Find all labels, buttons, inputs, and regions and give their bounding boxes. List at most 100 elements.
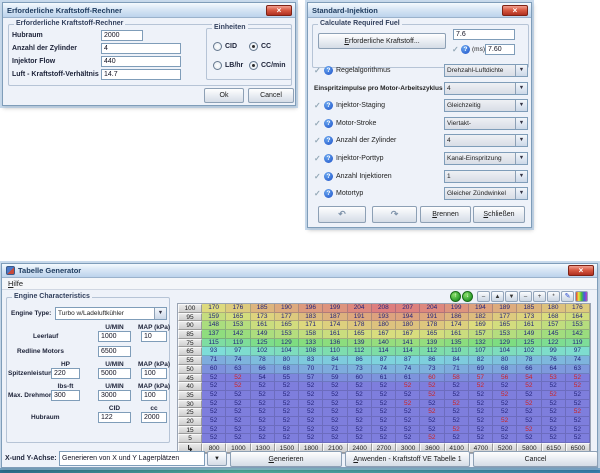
ve-cell[interactable]: 52 <box>226 426 250 435</box>
ve-cell[interactable]: 191 <box>348 313 372 322</box>
ve-cell[interactable]: 52 <box>420 391 444 400</box>
ve-cell[interactable]: 52 <box>323 400 347 409</box>
ve-cell[interactable]: 199 <box>323 304 347 313</box>
ve-cell[interactable]: 52 <box>396 417 420 426</box>
ve-cell[interactable]: 80 <box>275 356 299 365</box>
axis-mode-dropdown-button[interactable]: ▼ <box>207 451 227 466</box>
ve-cell[interactable]: 71 <box>202 356 226 365</box>
ve-cell[interactable]: 158 <box>299 330 323 339</box>
ve-cell[interactable]: 52 <box>566 374 590 383</box>
ve-cell[interactable]: 153 <box>226 321 250 330</box>
engine-type-select[interactable]: Turbo w/Ladeluftkühler ▼ <box>55 307 167 320</box>
y-axis-label[interactable]: 75 <box>178 339 202 348</box>
increment-icon[interactable]: ▲ <box>491 291 504 302</box>
ve-cell[interactable]: 52 <box>226 434 250 443</box>
ve-cell[interactable]: 178 <box>348 321 372 330</box>
ve-cell[interactable]: 139 <box>420 339 444 348</box>
ve-cell[interactable]: 52 <box>396 400 420 409</box>
ve-cell[interactable]: 199 <box>445 304 469 313</box>
y-axis-label[interactable]: 45 <box>178 374 202 383</box>
y-axis-label[interactable]: 15 <box>178 426 202 435</box>
ve-cell[interactable]: 52 <box>566 391 590 400</box>
ve-cell[interactable]: 52 <box>542 391 566 400</box>
ve-cell[interactable]: 87 <box>372 356 396 365</box>
ve-cell[interactable]: 60 <box>202 365 226 374</box>
ve-cell[interactable]: 125 <box>517 339 541 348</box>
color-palette-icon[interactable] <box>575 291 588 302</box>
ve-cell[interactable]: 52 <box>299 400 323 409</box>
ve-cell[interactable]: 137 <box>202 330 226 339</box>
ve-cell[interactable]: 142 <box>226 330 250 339</box>
ve-cell[interactable]: 52 <box>420 417 444 426</box>
ve-cell[interactable]: 52 <box>517 391 541 400</box>
y-axis-label[interactable]: 25 <box>178 408 202 417</box>
ve-cell[interactable]: 52 <box>251 400 275 409</box>
ve-cell[interactable]: 153 <box>566 321 590 330</box>
ve-cell[interactable]: 52 <box>226 374 250 383</box>
ve-cell[interactable]: 63 <box>226 365 250 374</box>
ve-cell[interactable]: 52 <box>226 400 250 409</box>
ve-cell[interactable]: 73 <box>420 365 444 374</box>
table-generator-titlebar[interactable]: Tabelle Generator × <box>2 264 597 278</box>
help-icon[interactable]: ? <box>324 189 333 198</box>
ve-cell[interactable]: 52 <box>566 382 590 391</box>
fuel-calculator-titlebar[interactable]: Erforderliche Kraftstoff-Rechner × <box>3 3 295 18</box>
ve-cell[interactable]: 161 <box>445 330 469 339</box>
ve-cell[interactable]: 74 <box>566 356 590 365</box>
ve-cell[interactable]: 169 <box>469 321 493 330</box>
ve-cell[interactable]: 191 <box>420 313 444 322</box>
ve-cell[interactable]: 52 <box>202 391 226 400</box>
help-icon[interactable]: ? <box>324 66 333 75</box>
y-axis-label[interactable]: 35 <box>178 391 202 400</box>
ve-cell[interactable]: 52 <box>566 408 590 417</box>
ve-cell[interactable]: 157 <box>542 321 566 330</box>
engine-field[interactable]: 1000 <box>98 331 131 342</box>
ve-cell[interactable]: 165 <box>420 330 444 339</box>
ve-cell[interactable]: 52 <box>469 391 493 400</box>
cancel-button[interactable]: Cancel <box>473 451 598 467</box>
ve-cell[interactable]: 74 <box>396 365 420 374</box>
help-icon[interactable]: ? <box>461 45 470 54</box>
ve-cell[interactable]: 132 <box>469 339 493 348</box>
engine-field[interactable]: 220 <box>51 368 80 379</box>
help-icon[interactable]: ? <box>324 154 333 163</box>
ve-cell[interactable]: 177 <box>275 313 299 322</box>
field-input[interactable]: 14.7 <box>101 69 181 80</box>
ve-cell[interactable]: 52 <box>348 391 372 400</box>
ve-cell[interactable]: 52 <box>202 382 226 391</box>
ve-cell[interactable]: 82 <box>469 356 493 365</box>
ve-cell[interactable]: 52 <box>275 434 299 443</box>
radio-lbhr[interactable]: LB/hr <box>213 61 243 70</box>
ve-cell[interactable]: 104 <box>275 347 299 356</box>
scroll-down-icon[interactable]: ↓ <box>462 291 473 302</box>
ve-cell[interactable]: 52 <box>469 400 493 409</box>
ve-cell[interactable]: 194 <box>469 304 493 313</box>
ve-cell[interactable]: 52 <box>493 417 517 426</box>
ve-cell[interactable]: 52 <box>445 391 469 400</box>
ve-cell[interactable]: 52 <box>420 434 444 443</box>
help-icon[interactable]: ? <box>324 136 333 145</box>
ve-cell[interactable]: 165 <box>226 313 250 322</box>
ve-cell[interactable]: 52 <box>542 434 566 443</box>
ve-cell[interactable]: 135 <box>445 339 469 348</box>
generate-button[interactable]: Generieren <box>230 451 342 467</box>
y-axis-label[interactable]: 40 <box>178 382 202 391</box>
setting-select[interactable]: Viertakt-▼ <box>444 117 528 130</box>
radio-cid[interactable]: CID <box>213 42 237 51</box>
ve-cell[interactable]: 102 <box>517 347 541 356</box>
ve-cell[interactable]: 149 <box>251 330 275 339</box>
ve-cell[interactable]: 52 <box>396 426 420 435</box>
ve-cell[interactable]: 52 <box>542 408 566 417</box>
ve-cell[interactable]: 193 <box>372 313 396 322</box>
ve-cell[interactable]: 52 <box>275 426 299 435</box>
ve-cell[interactable]: 204 <box>348 304 372 313</box>
ve-cell[interactable]: 52 <box>299 426 323 435</box>
y-axis-label[interactable]: 90 <box>178 321 202 330</box>
ve-cell[interactable]: 52 <box>542 417 566 426</box>
menu-hilfe[interactable]: Hilfe <box>8 279 23 288</box>
ve-cell[interactable]: 52 <box>323 408 347 417</box>
engine-field[interactable]: 300 <box>51 390 80 401</box>
ve-cell[interactable]: 52 <box>566 426 590 435</box>
ve-cell[interactable]: 71 <box>445 365 469 374</box>
ve-cell[interactable]: 52 <box>372 434 396 443</box>
